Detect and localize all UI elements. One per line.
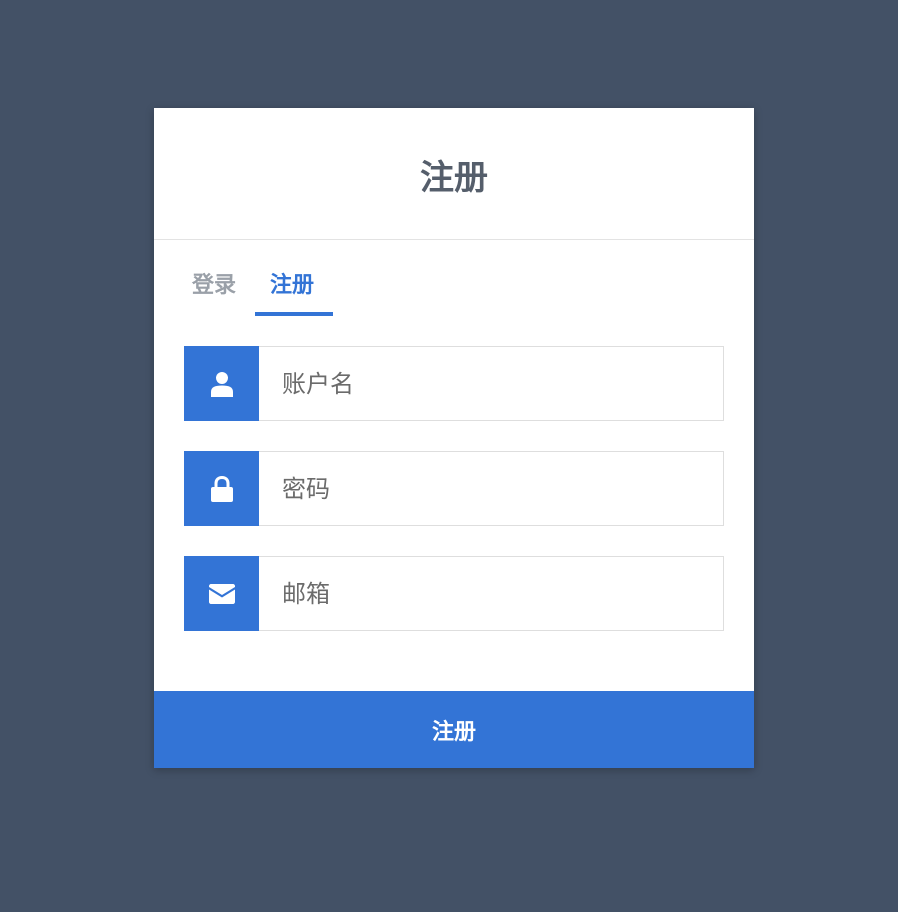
account-field bbox=[184, 346, 724, 421]
register-card: 注册 登录 注册 注册 bbox=[154, 108, 754, 768]
user-icon bbox=[184, 346, 259, 421]
password-input[interactable] bbox=[259, 451, 724, 526]
envelope-icon bbox=[184, 556, 259, 631]
active-tab-indicator bbox=[255, 312, 333, 316]
lock-icon bbox=[184, 451, 259, 526]
email-field bbox=[184, 556, 724, 631]
tab-register[interactable]: 注册 bbox=[270, 267, 314, 299]
page-title: 注册 bbox=[420, 158, 488, 198]
account-input[interactable] bbox=[259, 346, 724, 421]
register-button[interactable]: 注册 bbox=[154, 691, 754, 768]
tab-login[interactable]: 登录 bbox=[192, 267, 236, 299]
email-input[interactable] bbox=[259, 556, 724, 631]
tab-bar: 登录 注册 bbox=[154, 241, 754, 316]
password-field bbox=[184, 451, 724, 526]
card-header: 注册 bbox=[154, 108, 754, 240]
